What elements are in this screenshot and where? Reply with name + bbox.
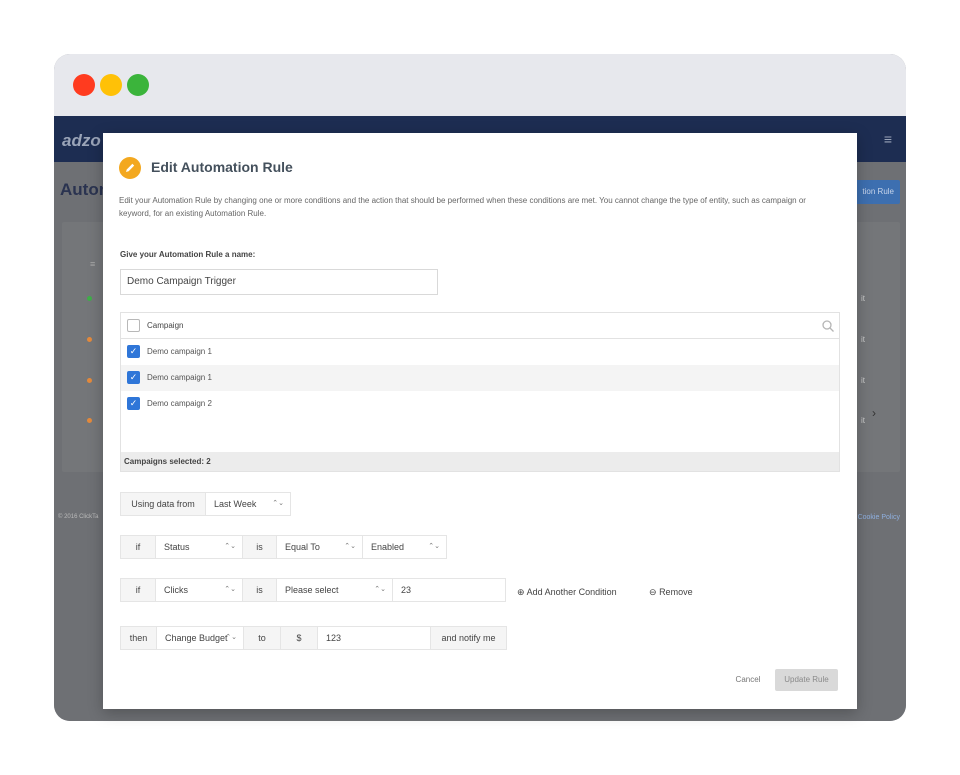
- campaign-name: Demo campaign 1: [147, 373, 212, 382]
- condition-field-value: Clicks: [164, 585, 188, 595]
- action-value: Change Budget: [165, 633, 228, 643]
- add-circle-icon: ⊕: [517, 587, 525, 597]
- app-logo: adzo: [62, 131, 101, 150]
- footer-copyright: © 2016 ClickTa: [58, 514, 99, 520]
- campaign-name: Demo campaign 2: [147, 399, 212, 408]
- status-dot: [87, 337, 92, 342]
- condition-if-label: if: [120, 578, 156, 602]
- filter-icon[interactable]: ≡: [90, 259, 95, 269]
- condition-value-input[interactable]: 23: [392, 578, 506, 602]
- add-condition-link[interactable]: ⊕ Add Another Condition: [517, 587, 617, 598]
- select-arrows-icon: ⌃⌄: [374, 586, 386, 593]
- action-then-label: then: [120, 626, 157, 650]
- rule-name-label: Give your Automation Rule a name:: [120, 250, 256, 259]
- condition-if-label: if: [120, 535, 156, 559]
- condition-operator-select[interactable]: Equal To ⌃⌄: [276, 535, 363, 559]
- campaign-list-item[interactable]: ✓ Demo campaign 1: [121, 365, 839, 391]
- hamburger-menu-icon[interactable]: ≡: [884, 131, 892, 147]
- pencil-icon: [119, 157, 141, 179]
- status-dot: [87, 418, 92, 423]
- close-window-button[interactable]: [73, 74, 95, 96]
- currency-symbol: $: [280, 626, 318, 650]
- select-arrows-icon: ⌃⌄: [225, 634, 237, 641]
- select-arrows-icon: ⌃⌄: [224, 543, 236, 550]
- condition-value-select[interactable]: Enabled ⌃⌄: [362, 535, 447, 559]
- modal-title: Edit Automation Rule: [151, 159, 293, 175]
- remove-label: Remove: [659, 587, 693, 597]
- campaign-column-label: Campaign: [147, 321, 184, 330]
- remove-condition-link[interactable]: ⊖ Remove: [649, 587, 693, 598]
- condition-is-label: is: [242, 535, 277, 559]
- rule-name-input[interactable]: Demo Campaign Trigger: [120, 269, 438, 295]
- condition-value: Enabled: [371, 542, 405, 552]
- campaign-list-item[interactable]: ✓ Demo campaign 2: [121, 391, 839, 417]
- row-edit-link[interactable]: it: [861, 416, 865, 425]
- select-all-checkbox[interactable]: [127, 319, 140, 332]
- condition-field-select[interactable]: Clicks ⌃⌄: [155, 578, 243, 602]
- date-range-select[interactable]: Last Week ⌃⌄: [205, 492, 291, 516]
- next-page-chevron-icon[interactable]: ›: [872, 406, 876, 420]
- select-arrows-icon: ⌃⌄: [224, 586, 236, 593]
- row-edit-link[interactable]: it: [861, 335, 865, 344]
- budget-amount-input[interactable]: 123: [317, 626, 431, 650]
- minimize-window-button[interactable]: [100, 74, 122, 96]
- select-arrows-icon: ⌃⌄: [344, 543, 356, 550]
- campaigns-selected-count: Campaigns selected: 2: [121, 452, 839, 471]
- select-arrows-icon: ⌃⌄: [428, 543, 440, 550]
- condition-operator-select[interactable]: Please select ⌃⌄: [276, 578, 393, 602]
- maximize-window-button[interactable]: [127, 74, 149, 96]
- date-range-value: Last Week: [214, 499, 257, 509]
- notify-me-toggle[interactable]: and notify me: [430, 626, 507, 650]
- remove-circle-icon: ⊖: [649, 587, 657, 597]
- row-edit-link[interactable]: it: [861, 294, 865, 303]
- condition-is-label: is: [242, 578, 277, 602]
- condition-field-select[interactable]: Status ⌃⌄: [155, 535, 243, 559]
- cookie-policy-link[interactable]: Cookie Policy: [858, 514, 900, 521]
- update-rule-button[interactable]: Update Rule: [775, 669, 838, 691]
- campaign-name: Demo campaign 1: [147, 347, 212, 356]
- campaign-list-item[interactable]: ✓ Demo campaign 1: [121, 339, 839, 365]
- new-automation-rule-button[interactable]: tion Rule: [850, 180, 900, 204]
- select-arrows-icon: ⌃⌄: [272, 500, 284, 507]
- add-condition-label: Add Another Condition: [526, 587, 617, 597]
- condition-field-value: Status: [164, 542, 190, 552]
- action-to-label: to: [243, 626, 281, 650]
- using-data-label: Using data from: [120, 492, 206, 516]
- row-edit-link[interactable]: it: [861, 376, 865, 385]
- condition-operator-value: Equal To: [285, 542, 320, 552]
- edit-automation-rule-modal: Edit Automation Rule Edit your Automatio…: [103, 133, 857, 709]
- campaign-selector: Campaign ✓ Demo campaign 1 ✓ Demo campai…: [120, 312, 840, 472]
- campaign-checkbox[interactable]: ✓: [127, 397, 140, 410]
- action-select[interactable]: Change Budget ⌃⌄: [156, 626, 244, 650]
- cancel-button[interactable]: Cancel: [727, 669, 769, 691]
- condition-operator-value: Please select: [285, 585, 339, 595]
- status-dot: [87, 378, 92, 383]
- search-icon[interactable]: [821, 319, 835, 333]
- status-dot: [87, 296, 92, 301]
- modal-description: Edit your Automation Rule by changing on…: [119, 196, 806, 218]
- window-chrome: [54, 54, 906, 116]
- campaign-checkbox[interactable]: ✓: [127, 345, 140, 358]
- campaign-list-header: Campaign: [121, 313, 839, 339]
- campaign-checkbox[interactable]: ✓: [127, 371, 140, 384]
